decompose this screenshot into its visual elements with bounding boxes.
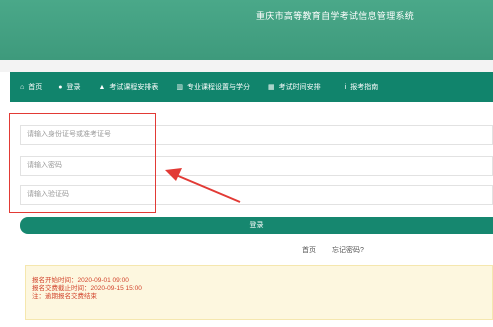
notice-line: 报名交费截止时间：2020-09-15 15:00 bbox=[32, 285, 142, 292]
home-link[interactable]: 首页 bbox=[302, 245, 316, 255]
arrow-shaft bbox=[175, 174, 241, 203]
login-button[interactable]: 登录 bbox=[20, 217, 493, 234]
notice-line: 注：逾期报名交费结束 bbox=[32, 293, 97, 300]
notice-line: 报名开始时间：2020-09-01 09:00 bbox=[32, 277, 129, 284]
registration-notice: 报名开始时间：2020-09-01 09:00 报名交费截止时间：2020-09… bbox=[25, 265, 493, 320]
forgot-password-link[interactable]: 忘记密码? bbox=[332, 245, 364, 255]
arrow-head bbox=[165, 168, 182, 181]
